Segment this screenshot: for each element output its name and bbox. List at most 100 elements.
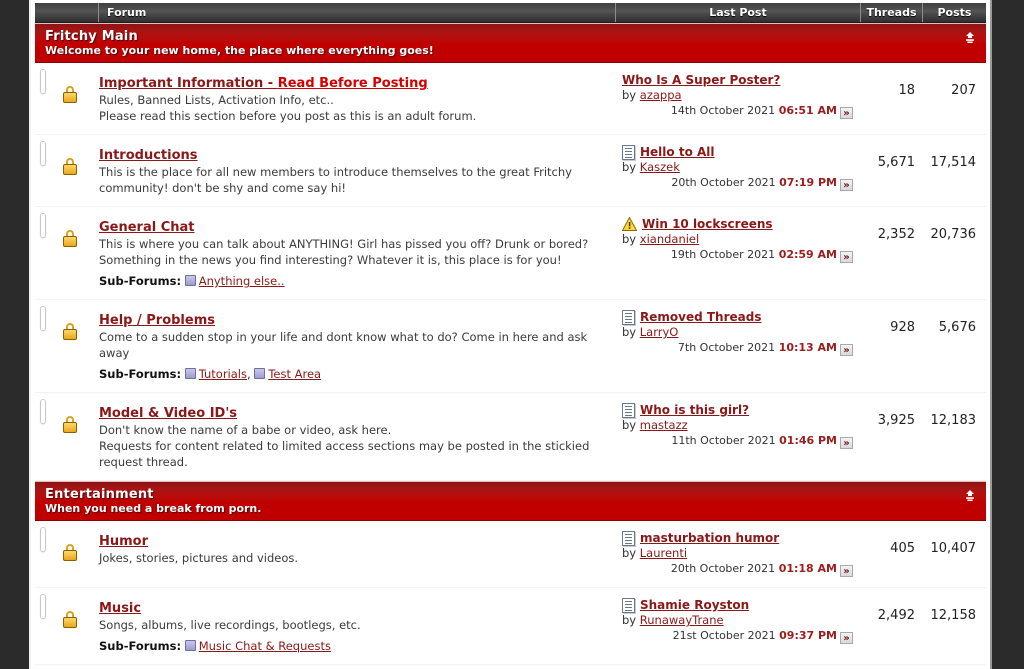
last-post-title-link[interactable]: Who is this girl? xyxy=(640,402,749,418)
last-post-author-line: by LarryO xyxy=(622,325,855,340)
forum-info-cell: Model & Video ID's Don't know the name of… xyxy=(99,393,616,480)
forum-info-cell: Music VideosLive and MTV type videos; yo… xyxy=(99,665,616,669)
subforum-icon xyxy=(184,368,196,379)
goto-last-post-button[interactable]: » xyxy=(840,344,853,356)
table-column-headers: Forum Last Post Threads Posts xyxy=(35,3,986,23)
last-post-author-line: by Kaszek xyxy=(622,160,855,175)
last-post-author-line: by RunawayTrane xyxy=(622,613,855,628)
locked-forum-icon[interactable] xyxy=(41,595,77,628)
last-post-date-line: 14th October 2021 06:51 AM» xyxy=(622,103,855,119)
last-post-title-row: masturbation humor xyxy=(622,530,855,546)
category-subtitle: Welcome to your new home, the place wher… xyxy=(45,44,434,57)
subforum-link[interactable]: Test Area xyxy=(268,367,321,381)
goto-last-post-button[interactable]: » xyxy=(840,565,853,577)
threads-count-cell: 3,925 xyxy=(861,393,923,438)
forum-row: Humor Jokes, stories, pictures and videos… xyxy=(35,521,986,588)
subforum-link[interactable]: Anything else.. xyxy=(199,274,285,288)
last-post-author-link[interactable]: Kaszek xyxy=(640,160,680,174)
last-post-title-link[interactable]: Who Is A Super Poster? xyxy=(622,72,780,88)
last-post-title-link[interactable]: Win 10 lockscreens xyxy=(642,216,773,232)
last-post-author-link[interactable]: mastazz xyxy=(640,418,688,432)
locked-forum-icon[interactable] xyxy=(41,400,77,433)
locked-forum-icon[interactable] xyxy=(41,70,77,103)
forum-icon-cell xyxy=(35,63,99,103)
last-post-author-link[interactable]: Laurenti xyxy=(640,546,687,560)
last-post-title-link[interactable]: Removed Threads xyxy=(640,309,761,325)
forum-row: Music Songs, albums, live recordings, boo… xyxy=(35,588,986,665)
last-post-date-line: 21st October 2021 09:37 PM» xyxy=(622,628,855,644)
goto-last-post-button[interactable]: » xyxy=(840,437,853,449)
subforum-icon xyxy=(184,640,196,651)
threads-count-cell: 928 xyxy=(861,300,923,345)
last-post-author-link[interactable]: LarryO xyxy=(640,325,679,339)
threads-count-cell: 5,671 xyxy=(861,135,923,180)
subforum-link[interactable]: Music Chat & Requests xyxy=(199,639,331,653)
forum-icon-lock-body xyxy=(63,422,77,433)
forum-row: General Chat This is where you can talk a… xyxy=(35,207,986,300)
goto-last-post-button[interactable]: » xyxy=(840,107,853,119)
forum-description-line: Songs, albums, live recordings, bootlegs… xyxy=(99,618,361,632)
forum-info-cell: Important Information - Read Before Post… xyxy=(99,63,616,134)
forum-title-accent-link[interactable]: Read Before Posting xyxy=(278,76,428,91)
last-post-time: 02:59 AM xyxy=(778,248,837,261)
forum-title-line: General Chat xyxy=(99,216,608,236)
subforum-link[interactable]: Tutorials xyxy=(199,367,247,381)
goto-last-post-button[interactable]: » xyxy=(840,251,853,263)
forum-info-cell: General Chat This is where you can talk a… xyxy=(99,207,616,299)
posts-count: 5,676 xyxy=(938,320,976,335)
last-post-author-line: by mastazz xyxy=(622,418,855,433)
last-post-author-link[interactable]: azappa xyxy=(640,88,682,102)
column-header-forum[interactable]: Forum xyxy=(99,3,616,22)
forum-title-link[interactable]: Model & Video ID's xyxy=(99,406,237,421)
threads-count-cell: 1,791 xyxy=(861,665,923,669)
page-root: Forum Last Post Threads Posts Fritchy Ma… xyxy=(0,0,1024,669)
last-post-cell: Win 10 lockscreens by xiandaniel 19th Octo… xyxy=(616,207,861,273)
forum-icon-cell xyxy=(35,300,99,340)
threads-count: 18 xyxy=(898,83,915,98)
threads-count: 5,671 xyxy=(877,155,915,170)
locked-forum-icon[interactable] xyxy=(41,142,77,175)
forum-title-link[interactable]: Music xyxy=(99,601,141,616)
threads-count: 928 xyxy=(890,320,915,335)
goto-last-post-button[interactable]: » xyxy=(840,632,853,644)
last-post-title-row: Win 10 lockscreens xyxy=(622,216,855,232)
forum-title-link[interactable]: Help / Problems xyxy=(99,313,215,328)
last-post-title-link[interactable]: Hello to All xyxy=(640,144,715,160)
last-post-title-row: Who is this girl? xyxy=(622,402,855,418)
column-header-threads[interactable]: Threads xyxy=(861,3,923,22)
forum-row: Music VideosLive and MTV type videos; yo… xyxy=(35,665,986,669)
last-post-time: 09:37 PM xyxy=(779,629,837,642)
forum-description-line: community! don't be shy and come say hi! xyxy=(99,181,347,195)
column-header-icon xyxy=(35,3,99,22)
last-post-title-link[interactable]: Shamie Royston xyxy=(640,597,749,613)
thread-document-icon xyxy=(622,145,635,160)
goto-last-post-button[interactable]: » xyxy=(840,179,853,191)
by-label: by xyxy=(622,325,637,339)
column-header-posts[interactable]: Posts xyxy=(923,3,986,22)
threads-count: 2,492 xyxy=(877,608,915,623)
forum-title-link[interactable]: General Chat xyxy=(99,220,195,235)
collapse-up-icon[interactable] xyxy=(963,29,977,43)
forum-title-line: Model & Video ID's xyxy=(99,402,608,422)
column-header-last-post[interactable]: Last Post xyxy=(616,3,861,22)
posts-count-cell: 17,514 xyxy=(923,135,986,180)
locked-forum-icon[interactable] xyxy=(41,214,77,247)
last-post-author-link[interactable]: RunawayTrane xyxy=(640,613,724,627)
posts-count-cell: 6,443 xyxy=(923,665,986,669)
last-post-author-line: by azappa xyxy=(622,88,855,103)
locked-forum-icon[interactable] xyxy=(41,528,77,561)
by-label: by xyxy=(622,232,637,246)
locked-forum-icon[interactable] xyxy=(41,307,77,340)
last-post-author-link[interactable]: xiandaniel xyxy=(640,232,699,246)
subforum-list: Sub-Forums: Tutorials, Test Area xyxy=(99,367,322,381)
forum-icon-lock-body xyxy=(63,617,77,628)
forum-title-link[interactable]: Important Information - xyxy=(99,76,278,91)
last-post-title-link[interactable]: masturbation humor xyxy=(640,530,779,546)
forum-title-link[interactable]: Introductions xyxy=(99,148,198,163)
forum-title-link[interactable]: Humor xyxy=(99,534,148,549)
forum-icon-lock-body xyxy=(63,236,77,247)
forum-row: Help / Problems Come to a sudden stop in … xyxy=(35,300,986,393)
forum-description-line: away xyxy=(99,346,130,360)
forum-icon-lock-body xyxy=(63,164,77,175)
collapse-up-icon[interactable] xyxy=(963,487,977,501)
